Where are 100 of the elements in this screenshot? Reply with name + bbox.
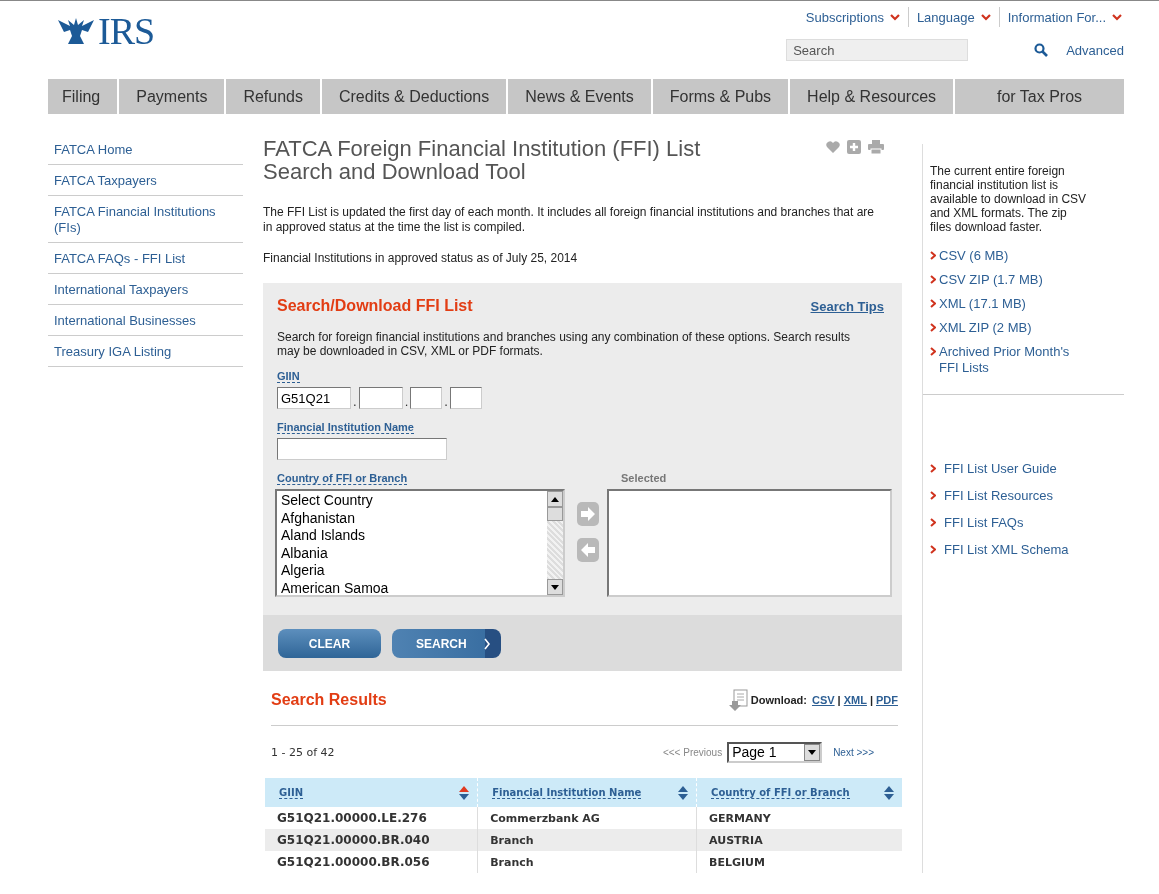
giin-field[interactable]: G51Q21	[277, 387, 351, 409]
scroll-thumb[interactable]	[547, 507, 563, 521]
plus-icon[interactable]	[847, 140, 861, 154]
resource-link[interactable]: FFI List User Guide	[930, 457, 1124, 484]
nav-tab[interactable]: Filing	[48, 79, 118, 114]
sidebar-link[interactable]: FATCA FAQs - FFI List	[48, 243, 243, 274]
nav-tab[interactable]: Refunds	[224, 79, 320, 114]
scroll-up-icon[interactable]	[551, 496, 559, 502]
chevron-icon	[930, 545, 936, 554]
intro-text: The FFI List is updated the first day of each month. It includes all foreign financial institutions and branches that are in approved status at the time the list is compiled.	[263, 205, 875, 235]
chevron-icon	[930, 518, 936, 527]
table-cell: BELGIUM	[696, 851, 902, 873]
chevron-icon	[930, 299, 936, 308]
country-label[interactable]: Country of FFI or Branch	[277, 472, 408, 485]
sidebar-link[interactable]: FATCA Home	[48, 134, 243, 165]
resource-link[interactable]: FFI List Resources	[930, 484, 1124, 511]
dropdown-arrow-icon	[808, 749, 817, 755]
selected-label: Selected	[621, 472, 667, 484]
sort-icon[interactable]	[678, 785, 689, 800]
institution-name-label[interactable]: Financial Institution Name	[277, 421, 414, 434]
next-link[interactable]: Next >>>	[833, 746, 874, 758]
download-link[interactable]: Archived Prior Month's FFI Lists	[930, 340, 1124, 380]
table-cell: Branch	[477, 829, 697, 851]
top-menu-link[interactable]: Language	[907, 7, 999, 27]
download-info-text: The current entire foreign financial institution list is available to download in CSV and XML formats. The zip files download faster.	[930, 164, 1088, 234]
table-cell: AUSTRIA	[696, 829, 902, 851]
logo-text[interactable]: IRS	[98, 9, 155, 53]
search-icon[interactable]	[1034, 43, 1049, 57]
country-option[interactable]: Select Country	[281, 492, 543, 510]
sort-icon[interactable]	[459, 785, 470, 800]
country-listbox[interactable]: Select Country Afghanistan Aland Islands Albania Algeria American Samoa	[275, 489, 565, 597]
giin-field[interactable]	[449, 387, 482, 409]
sort-icon[interactable]	[884, 785, 894, 800]
sidebar-link[interactable]: FATCA Taxpayers	[48, 165, 243, 196]
column-header[interactable]: Country of FFI or Branch	[696, 778, 902, 807]
country-option[interactable]: Afghanistan	[281, 509, 543, 527]
country-option[interactable]: Albania	[281, 544, 543, 562]
panel-heading: Search/Download FFI List	[277, 297, 473, 315]
chevron-icon	[930, 251, 936, 260]
separator: |	[837, 694, 841, 706]
advanced-search-link[interactable]: Advanced	[1066, 42, 1124, 58]
column-header[interactable]: Financial Institution Name	[477, 778, 697, 807]
download-format-link[interactable]: CSV	[812, 694, 835, 706]
page-select[interactable]: Page 1	[727, 741, 823, 763]
search-tips-link[interactable]: Search Tips	[810, 299, 884, 314]
giin-field[interactable]	[358, 387, 403, 409]
sidebar-link[interactable]: Treasury IGA Listing	[48, 336, 243, 367]
sidebar-link[interactable]: International Taxpayers	[48, 274, 243, 305]
chevron-icon	[930, 323, 936, 332]
download-link[interactable]: CSV (6 MB)	[930, 244, 1124, 268]
separator-dot: .	[443, 394, 449, 409]
giin-field[interactable]	[410, 387, 443, 409]
chevron-icon	[930, 464, 936, 473]
nav-tab[interactable]: Forms & Pubs	[650, 79, 789, 114]
country-option[interactable]: Aland Islands	[281, 527, 543, 545]
top-menu-link[interactable]: Subscriptions	[797, 7, 908, 27]
scrollbar[interactable]	[547, 491, 563, 595]
search-field[interactable]: Search	[786, 39, 969, 61]
chevron-icon	[1112, 13, 1122, 21]
approval-date-text: Financial Institutions in approved status as of July 25, 2014	[263, 251, 579, 266]
resource-link[interactable]: FFI List XML Schema	[930, 538, 1124, 565]
nav-tab[interactable]: News & Events	[506, 79, 651, 114]
table-cell: Branch	[477, 851, 697, 873]
nav-tab[interactable]: Credits & Deductions	[319, 79, 507, 114]
table-cell: G51Q21.00000.LE.276	[265, 807, 478, 829]
clear-button[interactable]: CLEAR	[278, 629, 381, 658]
country-option[interactable]: American Samoa	[281, 579, 543, 595]
download-link[interactable]: XML (17.1 MB)	[930, 292, 1124, 316]
scroll-down-icon[interactable]	[551, 584, 559, 590]
download-link[interactable]: CSV ZIP (1.7 MB)	[930, 268, 1124, 292]
download-document-icon	[727, 689, 748, 711]
institution-name-field[interactable]	[277, 438, 447, 460]
giin-label[interactable]: GIIN	[277, 370, 300, 383]
download-link[interactable]: XML ZIP (2 MB)	[930, 316, 1124, 340]
separator: |	[869, 694, 873, 706]
search-button[interactable]: SEARCH	[392, 629, 501, 658]
sidebar-link[interactable]: FATCA Financial Institutions (FIs)	[48, 196, 243, 243]
download-format-link[interactable]: XML	[843, 694, 867, 706]
results-heading: Search Results	[271, 691, 387, 709]
sidebar-link[interactable]: International Businesses	[48, 305, 243, 336]
nav-tab[interactable]: for Tax Pros	[953, 79, 1124, 114]
heart-icon[interactable]	[826, 141, 840, 153]
resource-link[interactable]: FFI List FAQs	[930, 511, 1124, 538]
chevron-icon	[930, 275, 936, 284]
print-icon[interactable]	[868, 140, 884, 154]
top-menu-link[interactable]: Information For...	[998, 7, 1130, 27]
chevron-icon	[980, 13, 991, 21]
chevron-right-icon	[482, 637, 491, 650]
nav-tab[interactable]: Help & Resources	[788, 79, 954, 114]
country-option[interactable]: Algeria	[281, 562, 543, 580]
download-format-link[interactable]: PDF	[876, 694, 898, 706]
panel-description: Search for foreign financial institutions and branches using any combination of these options. Search results may be downloaded in CSV, XML or PDF formats.	[277, 330, 851, 358]
page-title: FATCA Foreign Financial Institution (FFI) List Search and Download Tool	[263, 137, 702, 183]
table-cell: G51Q21.00000.BR.056	[265, 851, 478, 873]
chevron-icon	[930, 347, 936, 356]
selected-listbox[interactable]	[607, 489, 892, 597]
chevron-icon	[889, 13, 900, 21]
separator-dot: .	[352, 394, 358, 409]
nav-tab[interactable]: Payments	[117, 79, 225, 114]
column-header[interactable]: GIIN	[265, 778, 478, 807]
